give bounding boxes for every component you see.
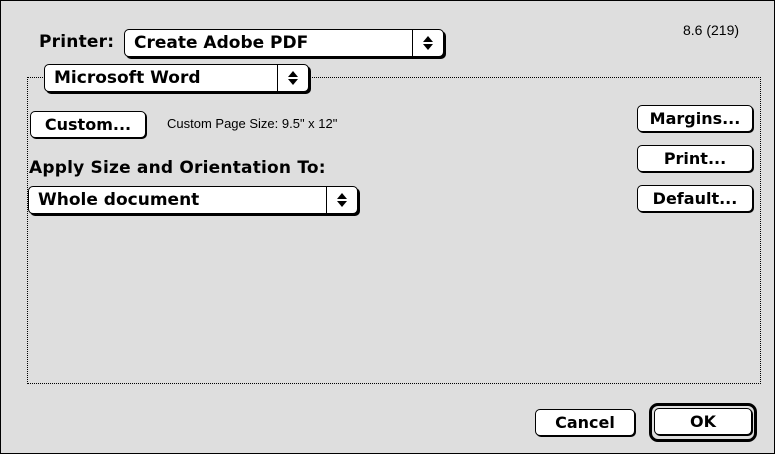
up-down-arrows-icon bbox=[277, 65, 308, 91]
margins-button[interactable]: Margins... bbox=[637, 105, 753, 132]
default-button[interactable]: Default... bbox=[637, 185, 753, 212]
apply-to-label: Apply Size and Orientation To: bbox=[29, 158, 326, 178]
printer-label: Printer: bbox=[39, 32, 115, 52]
ok-default-ring: OK bbox=[649, 403, 757, 442]
version-text: 8.6 (219) bbox=[683, 22, 740, 38]
application-popup[interactable]: Microsoft Word bbox=[44, 64, 309, 92]
page-setup-dialog: Printer: Create Adobe PDF 8.6 (219) Micr… bbox=[0, 0, 775, 454]
apply-to-popup-value: Whole document bbox=[38, 190, 200, 210]
application-popup-value: Microsoft Word bbox=[54, 68, 201, 88]
apply-to-popup[interactable]: Whole document bbox=[28, 186, 358, 214]
printer-popup[interactable]: Create Adobe PDF bbox=[124, 29, 444, 57]
up-down-arrows-icon bbox=[412, 30, 443, 56]
custom-button[interactable]: Custom... bbox=[30, 111, 146, 138]
ok-button[interactable]: OK bbox=[654, 408, 752, 435]
up-down-arrows-icon bbox=[326, 187, 357, 213]
printer-popup-value: Create Adobe PDF bbox=[134, 33, 309, 53]
custom-page-size-text: Custom Page Size: 9.5" x 12" bbox=[167, 116, 338, 131]
cancel-button[interactable]: Cancel bbox=[535, 409, 635, 436]
print-button[interactable]: Print... bbox=[637, 145, 753, 172]
